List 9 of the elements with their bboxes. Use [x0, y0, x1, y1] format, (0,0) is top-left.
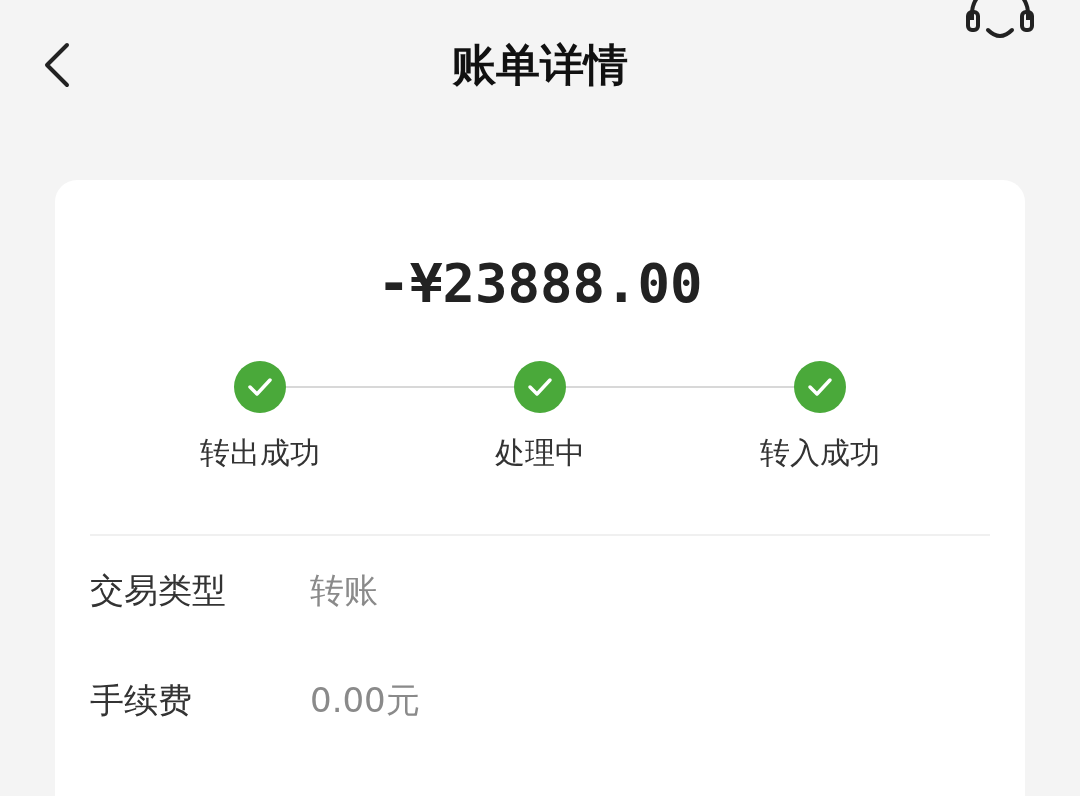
- detail-label: 手续费: [90, 679, 193, 722]
- step-label: 转出成功: [200, 434, 320, 472]
- page-title: 账单详情: [452, 37, 628, 92]
- step-label: 处理中: [495, 434, 585, 472]
- detail-value: 转账: [310, 569, 378, 612]
- step-label: 转入成功: [760, 434, 880, 472]
- amount: -¥23888.00: [376, 252, 704, 315]
- detail-value: 0.00元: [310, 679, 420, 722]
- detail-label: 交易类型: [90, 569, 227, 612]
